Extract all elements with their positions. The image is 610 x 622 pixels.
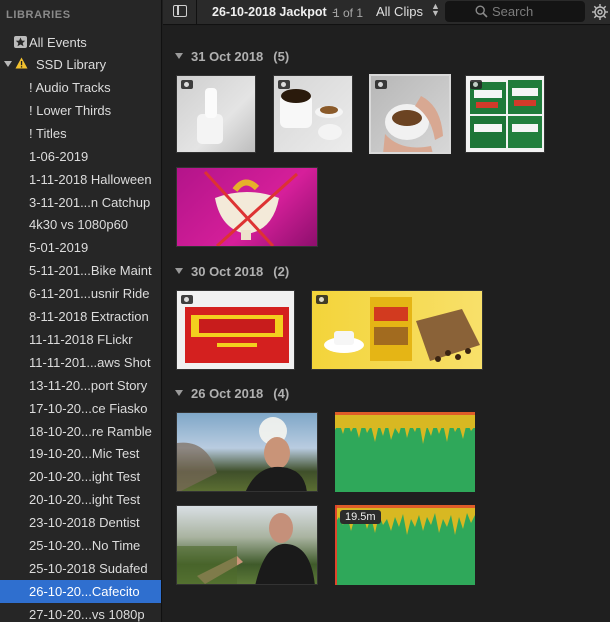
sidebar-event-item[interactable]: 20-10-20...ight Test [0, 465, 161, 488]
sidebar-item-label: All Events [29, 35, 87, 50]
sidebar-event-item[interactable]: ! Audio Tracks [0, 76, 161, 99]
section-header-31-oct[interactable]: 31 Oct 2018 (5) [175, 49, 289, 64]
disclosure-triangle-icon[interactable] [4, 61, 12, 67]
sidebar-event-item[interactable]: 26-10-20...Cafecito [0, 579, 161, 603]
warning-icon [15, 57, 28, 69]
selfie-video-frame [177, 417, 307, 491]
sidebar-item-label: 25-10-20...No Time [29, 538, 141, 553]
sidebar-event-item[interactable]: 6-11-201...usnir Ride [0, 282, 161, 305]
search-placeholder: Search [492, 4, 534, 19]
sidebar-item-label: 19-10-20...Mic Test [29, 446, 140, 462]
sidebar-item-ssd-library[interactable]: SSD Library [0, 53, 161, 76]
sidebar-item-label: 4k30 vs 1080p60 [29, 217, 129, 233]
event-title: 26-10-2018 Jackpot - [212, 5, 337, 19]
sidebar-item-label: ! Audio Tracks [29, 80, 111, 95]
camera-icon [181, 80, 193, 89]
waveform-graphic [335, 412, 475, 444]
sidebar-item-label: SSD Library [36, 57, 107, 72]
audio-clip-waveform[interactable] [335, 412, 475, 492]
camera-icon [470, 80, 482, 89]
camera-icon [181, 295, 193, 304]
clip-browser: 31 Oct 2018 (5) 30 Oct 2018 (2) 26 Oct 2… [163, 26, 610, 622]
pilon-coffee-photo [185, 307, 289, 363]
sidebar-event-item[interactable]: 18-10-20...re Ramble [0, 420, 161, 443]
sidebar-event-item[interactable]: 17-10-20...ce Fiasko [0, 397, 161, 420]
sidebar-item-label: 26-10-20...Cafecito [29, 583, 140, 599]
sidebar-item-label: 5-11-201...Bike Maint [29, 263, 152, 279]
section-header-26-oct[interactable]: 26 Oct 2018 (4) [175, 386, 289, 401]
bustelo-coffee-photo [324, 297, 480, 362]
sidebar-item-label: 6-11-201...usnir Ride [29, 286, 150, 302]
sidebar-item-label: 20-10-20...ight Test [29, 492, 141, 508]
page-count: 1 of 1 [333, 6, 364, 20]
updown-chevron-icon: ▲ ▼ [431, 1, 440, 18]
camera-icon [278, 80, 290, 89]
sidebar-item-label: 13-11-20...port Story [29, 377, 148, 393]
libraries-header: LIBRARIES [6, 9, 71, 21]
sidebar-event-item[interactable]: 25-10-2018 Sudafed [0, 557, 161, 580]
sidebar-item-label: 5-01-2019 [29, 240, 89, 256]
audio-clip-waveform[interactable]: 19.5m [335, 505, 475, 585]
sidebar-event-item[interactable]: 11-11-2018 FLickr [0, 328, 161, 351]
gear-icon[interactable] [591, 3, 609, 21]
star-icon [14, 36, 27, 48]
sidebar-event-item[interactable]: 5-11-201...Bike Maint [0, 259, 161, 282]
sidebar-item-label: ! Lower Thirds [29, 102, 112, 118]
sidebar-toggle-icon[interactable] [173, 5, 187, 17]
clip-thumbnail-photo[interactable] [465, 75, 545, 153]
sidebar-item-label: 18-10-20...re Ramble [29, 423, 152, 439]
sidebar-item-all-events[interactable]: All Events [0, 31, 161, 54]
clip-thumbnail-video[interactable] [176, 505, 318, 585]
clip-thumbnail-photo[interactable] [176, 75, 256, 153]
sidebar-event-item[interactable]: 1-11-2018 Halloween [0, 168, 161, 191]
selfie-video-frame [177, 513, 315, 584]
search-icon [475, 5, 488, 18]
sidebar-item-label: 20-10-20...ight Test [29, 469, 141, 485]
clip-thumbnail-photo[interactable] [311, 290, 483, 370]
sidebar-item-label: 27-10-20...vs 1080p [29, 606, 145, 622]
sidebar-event-item[interactable]: 13-11-20...port Story [0, 374, 161, 397]
clip-duration-badge: 19.5m [340, 510, 381, 524]
sidebar-item-label: 23-10-2018 Dentist [29, 515, 140, 531]
sidebar-item-label: ! Titles [29, 125, 67, 141]
sidebar-item-label: 1-06-2019 [29, 148, 89, 164]
disclosure-triangle-icon[interactable] [175, 53, 183, 59]
sidebar-item-label: 11-11-201...aws Shot [29, 354, 151, 370]
sidebar-item-label: 1-11-2018 Halloween [29, 171, 152, 187]
sidebar-item-label: 8-11-2018 Extraction [29, 309, 149, 324]
clip-thumbnail-photo-selected[interactable] [369, 74, 451, 154]
sidebar-event-item[interactable]: ! Lower Thirds [0, 99, 161, 122]
camera-icon [316, 295, 328, 304]
sidebar-event-item[interactable]: 11-11-201...aws Shot [0, 351, 161, 374]
browser-toolbar: 26-10-2018 Jackpot - 1 of 1 All Clips ▲ ▼… [163, 0, 610, 25]
clip-thumbnail-video[interactable] [176, 412, 318, 492]
clip-thumbnail-video[interactable] [176, 167, 318, 247]
sidebar-event-item[interactable]: 4k30 vs 1080p60 [0, 213, 161, 236]
sidebar-event-item[interactable]: 1-06-2019 [0, 145, 161, 168]
disclosure-triangle-icon[interactable] [175, 390, 183, 396]
sidebar-item-label: 3-11-201...n Catchup [29, 194, 151, 210]
sidebar-event-item[interactable]: 23-10-2018 Dentist [0, 511, 161, 534]
sidebar-event-item[interactable]: 3-11-201...n Catchup [0, 191, 161, 214]
clip-thumbnail-photo[interactable] [273, 75, 353, 153]
sidebar-event-item[interactable]: 8-11-2018 Extraction [0, 305, 161, 328]
library-sidebar: LIBRARIES All Events SSD Library ! Audio… [0, 0, 162, 622]
clip-filter-popup[interactable]: All Clips [376, 4, 423, 19]
sidebar-event-item[interactable]: 25-10-20...No Time [0, 534, 161, 557]
sidebar-event-item[interactable]: 27-10-20...vs 1080p [0, 603, 161, 622]
search-field[interactable]: Search [445, 1, 585, 22]
sidebar-item-label: 17-10-20...ce Fiasko [29, 400, 148, 416]
sidebar-event-item[interactable]: 20-10-20...ight Test [0, 488, 161, 511]
sidebar-event-item[interactable]: ! Titles [0, 122, 161, 145]
sidebar-event-item[interactable]: 5-01-2019 [0, 236, 161, 259]
toolbar-divider [196, 0, 197, 25]
cocktail-photo [203, 170, 299, 246]
sidebar-item-label: 25-10-2018 Sudafed [29, 560, 148, 576]
section-header-30-oct[interactable]: 30 Oct 2018 (2) [175, 264, 289, 279]
camera-icon [375, 80, 387, 89]
sidebar-event-item[interactable]: 19-10-20...Mic Test [0, 442, 161, 465]
clip-thumbnail-photo[interactable] [176, 290, 295, 370]
disclosure-triangle-icon[interactable] [175, 268, 183, 274]
sidebar-item-label: 11-11-2018 FLickr [29, 331, 133, 347]
